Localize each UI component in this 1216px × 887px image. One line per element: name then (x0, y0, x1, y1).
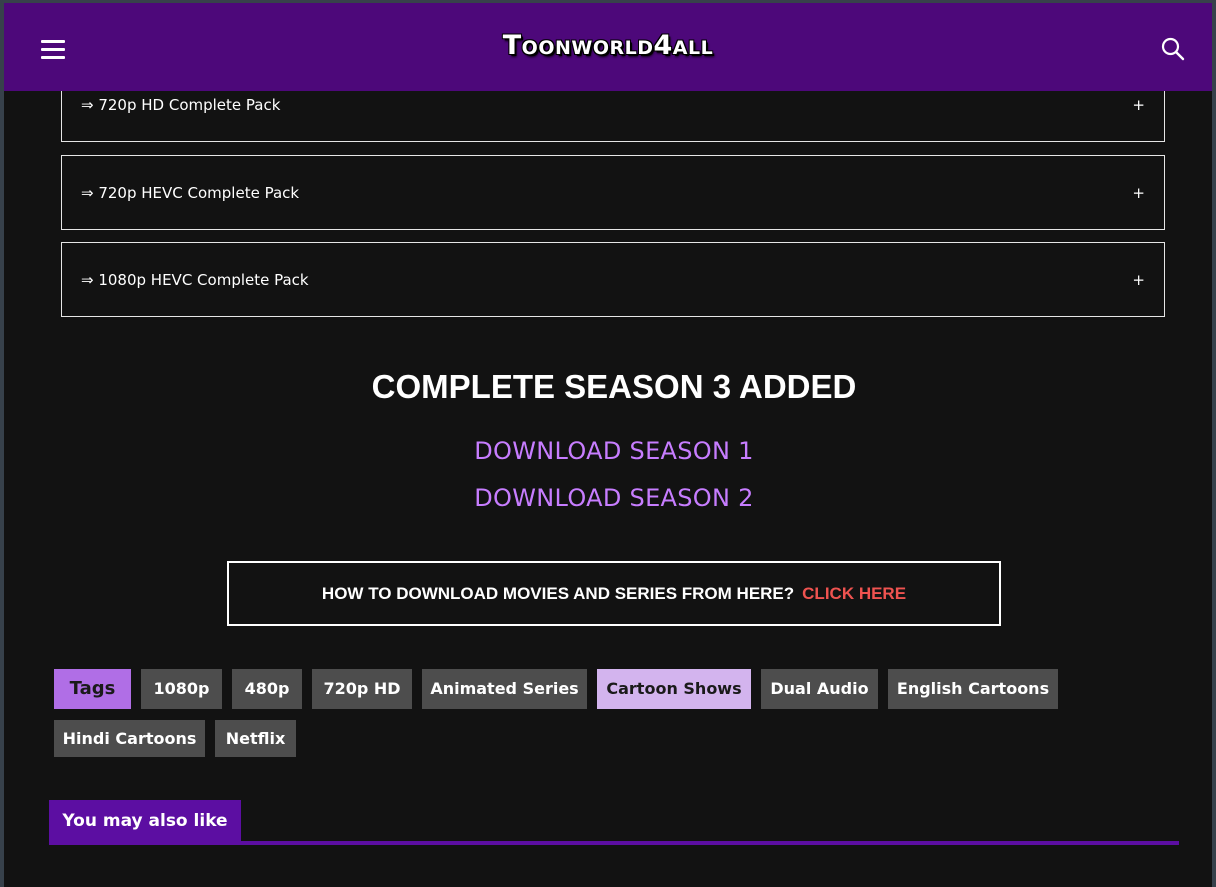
accordion-label: ⇒ 720p HD Complete Pack (81, 96, 281, 114)
tag-cartoon-shows[interactable]: Cartoon Shows (597, 669, 751, 709)
how-to-download-box: HOW TO DOWNLOAD MOVIES AND SERIES FROM H… (227, 561, 1001, 626)
accordion-label: ⇒ 1080p HEVC Complete Pack (81, 270, 309, 289)
related-heading: You may also like (49, 800, 241, 842)
expand-icon[interactable]: + (1132, 271, 1145, 289)
accordion-label: ⇒ 720p HEVC Complete Pack (81, 183, 300, 202)
download-season-1-link[interactable]: DOWNLOAD SEASON 1 (4, 437, 1212, 465)
tag-1080p[interactable]: 1080p (141, 669, 222, 709)
expand-icon[interactable]: + (1132, 96, 1145, 114)
tag-english-cartoons[interactable]: English Cartoons (888, 669, 1058, 709)
site-logo[interactable]: Toonworld4all (4, 30, 1212, 61)
download-season-2-link[interactable]: DOWNLOAD SEASON 2 (4, 484, 1212, 512)
season-heading: COMPLETE SEASON 3 ADDED (371, 368, 857, 405)
tag-animated-series[interactable]: Animated Series (422, 669, 587, 709)
tags-label: Tags (54, 669, 131, 709)
search-icon[interactable] (1160, 36, 1186, 62)
tag-dual-audio[interactable]: Dual Audio (761, 669, 878, 709)
click-here-link[interactable]: CLICK HERE (802, 584, 906, 603)
page: Toonworld4all ⇒ 720p HD Complete Pack + … (4, 3, 1212, 887)
tag-720p-hd[interactable]: 720p HD (312, 669, 412, 709)
how-to-download-question: HOW TO DOWNLOAD MOVIES AND SERIES FROM H… (321, 584, 795, 603)
expand-icon[interactable]: + (1132, 184, 1145, 202)
site-header: Toonworld4all (4, 3, 1212, 91)
tag-hindi-cartoons[interactable]: Hindi Cartoons (54, 720, 205, 757)
search-icon-graphic (1161, 37, 1185, 61)
accordion-720p-hevc[interactable]: ⇒ 720p HEVC Complete Pack + (61, 155, 1165, 230)
accordion-1080p-hevc[interactable]: ⇒ 1080p HEVC Complete Pack + (61, 242, 1165, 317)
tag-480p[interactable]: 480p (232, 669, 302, 709)
tag-netflix[interactable]: Netflix (215, 720, 296, 757)
